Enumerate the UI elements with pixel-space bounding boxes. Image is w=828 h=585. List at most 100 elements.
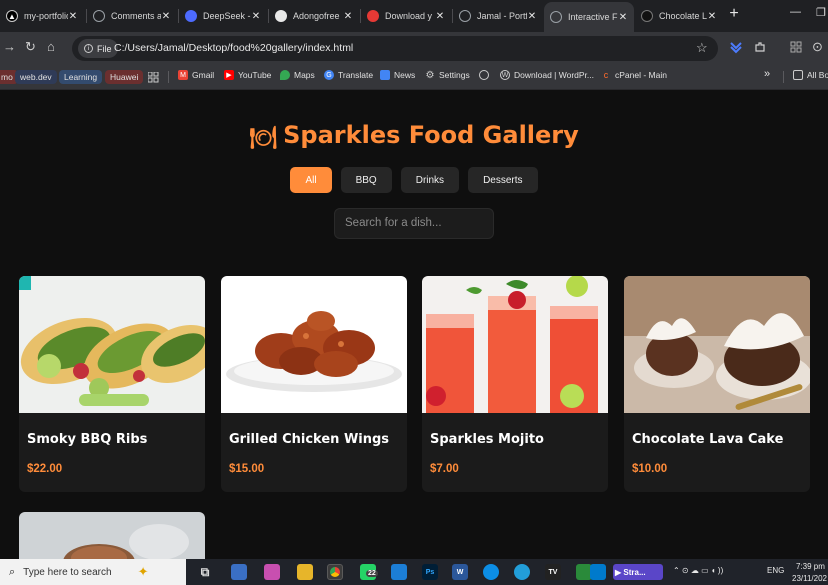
tab-comments[interactable]: Comments a ✕ bbox=[87, 4, 177, 28]
tray-icons[interactable]: ⌃ ⊙ ☁ ▭ ◖ )) bbox=[673, 566, 723, 575]
photoshop-icon[interactable]: Ps bbox=[422, 564, 438, 580]
close-icon[interactable]: ✕ bbox=[707, 11, 717, 22]
food-card[interactable]: Sparkles Mojito $7.00 bbox=[422, 276, 608, 492]
bookmark-youtube[interactable]: ▶ YouTube bbox=[224, 70, 271, 80]
lava-cake-photo bbox=[624, 276, 810, 413]
tab-jamal-portfolio[interactable]: Jamal - Portf ✕ bbox=[453, 4, 543, 28]
bookmark-label: Settings bbox=[439, 70, 470, 80]
forward-icon[interactable]: → bbox=[3, 39, 16, 54]
tab-title: Comments a bbox=[111, 11, 161, 21]
dish-price: $10.00 bbox=[632, 463, 668, 475]
bookmark-label: Translate bbox=[338, 70, 374, 80]
close-icon[interactable]: ✕ bbox=[527, 11, 537, 22]
bookmark-folder-huawei[interactable]: Huawei bbox=[105, 70, 144, 84]
category-filters: All BBQ Drinks Desserts bbox=[0, 167, 828, 193]
tab-adongofree[interactable]: Adongofree ✕ bbox=[269, 4, 359, 28]
tab-strip: ▲ my-portfolio ✕ Comments a ✕ DeepSeek -… bbox=[0, 0, 828, 32]
plate-cutlery-icon: 🍽 bbox=[249, 126, 278, 151]
dish-price: $7.00 bbox=[430, 463, 459, 475]
chocolate-icon bbox=[641, 10, 653, 22]
capcut-icon[interactable]: TV bbox=[545, 564, 561, 580]
file-label: File bbox=[97, 43, 112, 54]
minimize-icon[interactable]: — bbox=[790, 6, 801, 18]
copilot-icon[interactable] bbox=[264, 564, 280, 580]
youtube-icon: ▶ bbox=[224, 70, 234, 80]
edge-icon[interactable] bbox=[483, 564, 499, 580]
whatsapp-icon[interactable]: 22 bbox=[360, 564, 378, 580]
bookmark-wordpress[interactable]: W Download | WordPr... bbox=[500, 70, 594, 80]
address-bar[interactable]: i File C:/Users/Jamal/Desktop/food%20gal… bbox=[72, 36, 718, 61]
extension-shield-icon[interactable] bbox=[729, 40, 743, 54]
tab-download[interactable]: Download y ✕ bbox=[361, 4, 451, 28]
globe-icon bbox=[93, 10, 105, 22]
food-gallery-page: 🍽 Sparkles Food Gallery All BBQ Drinks De… bbox=[0, 91, 828, 559]
filter-all-button[interactable]: All bbox=[290, 167, 332, 193]
tab-title: Download y bbox=[385, 11, 433, 21]
bookmark-news[interactable]: News bbox=[380, 70, 415, 80]
close-icon[interactable]: ✕ bbox=[343, 11, 353, 22]
globe-icon bbox=[459, 10, 471, 22]
bookmark-settings[interactable]: ⚙ Settings bbox=[425, 70, 470, 81]
language-indicator[interactable]: ENG bbox=[767, 566, 784, 575]
home-icon[interactable]: ⌂ bbox=[47, 39, 55, 54]
reload-icon[interactable]: ↻ bbox=[25, 39, 36, 55]
apps-grid-icon[interactable] bbox=[790, 41, 802, 53]
new-tab-button[interactable]: + bbox=[727, 5, 741, 23]
bookmark-star-icon[interactable]: ☆ bbox=[696, 40, 708, 56]
word-icon[interactable]: W bbox=[452, 564, 468, 580]
store-icon[interactable] bbox=[231, 564, 247, 580]
cpanel-icon: c bbox=[603, 70, 609, 80]
tab-interactive-food[interactable]: Interactive F ✕ bbox=[544, 2, 634, 32]
bookmark-label: News bbox=[394, 70, 416, 80]
outlook-icon[interactable] bbox=[391, 564, 407, 580]
maximize-icon[interactable]: ❐ bbox=[816, 6, 826, 19]
tab-my-portfolio[interactable]: ▲ my-portfolio ✕ bbox=[0, 4, 84, 28]
chrome-logo-icon bbox=[330, 567, 340, 577]
bookmark-folder-learning[interactable]: Learning bbox=[59, 70, 103, 84]
file-explorer-icon[interactable] bbox=[297, 564, 313, 580]
globe-icon bbox=[479, 70, 489, 80]
tab-title: Adongofree bbox=[293, 11, 340, 21]
bookmark-divider bbox=[783, 71, 784, 83]
clock-date[interactable]: 23/11/202 bbox=[792, 574, 827, 583]
all-bookmarks-button[interactable]: All Bo bbox=[793, 70, 828, 80]
apps-icon[interactable] bbox=[148, 72, 159, 83]
bookmark-translate[interactable]: G Translate bbox=[324, 70, 373, 80]
chrome-icon[interactable] bbox=[327, 564, 343, 580]
bookmark-globe[interactable] bbox=[479, 70, 493, 80]
sparkle-icon: ✦ bbox=[137, 564, 149, 579]
taskbar-search[interactable]: ⌕ Type here to search ✦ bbox=[0, 559, 186, 585]
close-icon[interactable]: ✕ bbox=[68, 11, 78, 22]
close-icon[interactable]: ✕ bbox=[618, 12, 628, 23]
close-icon[interactable]: ✕ bbox=[161, 11, 171, 22]
filter-desserts-button[interactable]: Desserts bbox=[468, 167, 538, 193]
dish-search-input[interactable]: Search for a dish... bbox=[334, 208, 494, 239]
tab-deepseek[interactable]: DeepSeek - ✕ bbox=[179, 4, 267, 28]
food-card[interactable]: Chocolate Lava Cake $10.00 bbox=[624, 276, 810, 492]
bookmark-maps[interactable]: Maps bbox=[280, 70, 315, 80]
food-card[interactable]: Grilled Chicken Wings $15.00 bbox=[221, 276, 407, 492]
food-card[interactable] bbox=[19, 512, 205, 559]
deepseek-icon bbox=[185, 10, 197, 22]
filter-drinks-button[interactable]: Drinks bbox=[400, 167, 460, 193]
tab-chocolate-lava[interactable]: Chocolate La ✕ bbox=[635, 4, 723, 28]
close-icon[interactable]: ✕ bbox=[251, 11, 261, 22]
close-icon[interactable]: ✕ bbox=[435, 11, 445, 22]
clock-time[interactable]: 7:39 pm bbox=[796, 562, 825, 571]
taskbar-search-input[interactable]: Type here to search bbox=[23, 567, 111, 578]
vscode-icon[interactable] bbox=[590, 564, 606, 580]
url-text[interactable]: C:/Users/Jamal/Desktop/food%20gallery/in… bbox=[114, 42, 353, 54]
bookmark-folder-webdev[interactable]: web.dev bbox=[15, 70, 57, 84]
extensions-puzzle-icon[interactable] bbox=[754, 41, 766, 53]
telegram-icon[interactable] bbox=[514, 564, 530, 580]
bookmarks-overflow-button[interactable]: » bbox=[764, 68, 770, 80]
task-view-icon[interactable]: ⧉ bbox=[197, 564, 213, 580]
profile-icon[interactable]: ⊙ bbox=[812, 39, 823, 55]
bookmark-cpanel[interactable]: c cPanel - Main bbox=[601, 70, 667, 80]
food-card[interactable]: Smoky BBQ Ribs $22.00 bbox=[19, 276, 205, 492]
filter-bbq-button[interactable]: BBQ bbox=[340, 167, 392, 193]
site-info-chip[interactable]: i File bbox=[78, 39, 118, 58]
streaming-app-icon[interactable]: ▶ Stra... bbox=[613, 564, 663, 580]
bookmarks-bar: mo web.dev Learning Huawei M Gmail ▶ YouTu… bbox=[0, 64, 828, 90]
bookmark-gmail[interactable]: M Gmail bbox=[178, 70, 214, 80]
